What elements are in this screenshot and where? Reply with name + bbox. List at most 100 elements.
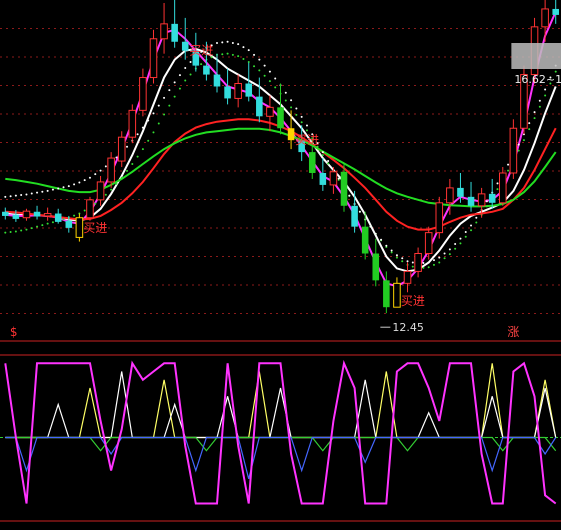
price-series-dot	[51, 188, 54, 191]
price-series-dot	[290, 106, 293, 109]
price-series-dot	[258, 58, 261, 61]
price-series-dot	[496, 182, 499, 185]
price-series-dot	[443, 252, 446, 255]
candle-body	[488, 193, 496, 203]
price-series-dot	[157, 104, 160, 107]
candle-body	[139, 77, 147, 111]
price-series-dot	[448, 248, 451, 251]
price-series-dot	[258, 69, 261, 72]
price-series-dot	[464, 235, 467, 238]
price-series-dot	[115, 182, 118, 185]
price-series-dot	[126, 169, 129, 172]
price-series-dot	[337, 177, 340, 180]
candle-body	[256, 96, 263, 117]
price-series-dot	[83, 179, 86, 182]
price-series-dot	[380, 238, 383, 241]
buy-signal-label: 买进	[401, 294, 425, 308]
price-series-dot	[147, 119, 150, 122]
price-series-dot	[4, 231, 7, 234]
price-series-dot	[268, 80, 271, 83]
candle-body	[54, 213, 62, 222]
price-series-dot	[226, 40, 229, 43]
candle-body	[351, 205, 358, 227]
price-series-dot	[237, 43, 240, 46]
candle-body	[457, 187, 464, 197]
price-series-dot	[443, 257, 446, 260]
price-series-dot	[406, 260, 409, 263]
price-series-dot	[157, 122, 160, 125]
price-series-dot	[242, 58, 245, 61]
candle-body	[33, 211, 41, 217]
price-series-dot	[533, 117, 536, 120]
price-series-dot	[189, 61, 192, 64]
price-series-dot	[284, 91, 287, 94]
price-series-dot	[427, 261, 430, 264]
price-series-dot	[438, 261, 441, 264]
candle-body	[499, 172, 507, 204]
price-series-dot	[215, 41, 218, 44]
price-series-dot	[300, 115, 303, 118]
price-series-dot	[533, 111, 536, 114]
price-series-dot	[470, 224, 473, 227]
candle-body	[319, 172, 327, 185]
price-series-dot	[432, 259, 435, 262]
price-series-dot	[247, 49, 250, 52]
price-series-dot	[459, 237, 462, 240]
price-series-dot	[57, 187, 60, 190]
price-series-dot	[14, 194, 17, 197]
price-series-dot	[358, 210, 361, 213]
price-series-dot	[475, 216, 478, 219]
candle-body	[509, 127, 518, 174]
candle-body	[446, 187, 454, 204]
candle-body	[107, 157, 115, 183]
price-series-dot	[4, 195, 7, 198]
price-series-dot	[184, 79, 187, 82]
price-series-dot	[300, 121, 303, 124]
candle-body	[435, 202, 444, 234]
candle-body	[2, 211, 9, 216]
candle-body	[203, 65, 210, 75]
price-series-dot	[168, 104, 171, 107]
price-series-dot	[73, 214, 76, 217]
candle-body	[329, 171, 338, 186]
price-series-dot	[348, 194, 351, 197]
price-series-dot	[147, 139, 150, 142]
indicator-mark: $	[10, 325, 18, 339]
price-series-dot	[464, 231, 467, 234]
price-series-dot	[454, 242, 457, 245]
price-series-dot	[274, 86, 277, 89]
candle-body	[372, 253, 380, 281]
price-series-dot	[327, 160, 330, 163]
candle-body	[149, 38, 158, 79]
candle-body	[128, 109, 137, 138]
price-series-dot	[36, 225, 39, 228]
price-series-dot	[126, 145, 129, 148]
price-series-dot	[136, 133, 139, 136]
price-series-dot	[62, 218, 65, 221]
chart-canvas: 买进买进买进买进12.4516.62~17.10 $涨	[0, 0, 561, 530]
price-series-dot	[25, 228, 28, 231]
price-series-dot	[9, 231, 12, 234]
price-series-dot	[141, 148, 144, 151]
price-series-dot	[517, 149, 520, 152]
candle-body	[361, 226, 369, 254]
candle-body	[65, 220, 73, 228]
price-series-dot	[401, 260, 404, 263]
price-series-dot	[173, 95, 176, 98]
price-series-dot	[295, 113, 298, 116]
price-series-dot	[263, 64, 266, 67]
price-series-dot	[14, 230, 17, 233]
candle-body	[266, 106, 274, 117]
candle-body	[43, 213, 52, 217]
price-series-dot	[221, 41, 224, 44]
price-series-dot	[83, 209, 86, 212]
price-series-dot	[88, 176, 91, 179]
price-series-dot	[67, 185, 70, 188]
price-series-dot	[9, 195, 12, 198]
price-series-dot	[46, 189, 49, 192]
price-series-dot	[544, 88, 547, 91]
price-series-dot	[454, 247, 457, 250]
price-series-dot	[507, 163, 510, 166]
price-series-dot	[237, 55, 240, 58]
candle-body	[181, 41, 189, 51]
